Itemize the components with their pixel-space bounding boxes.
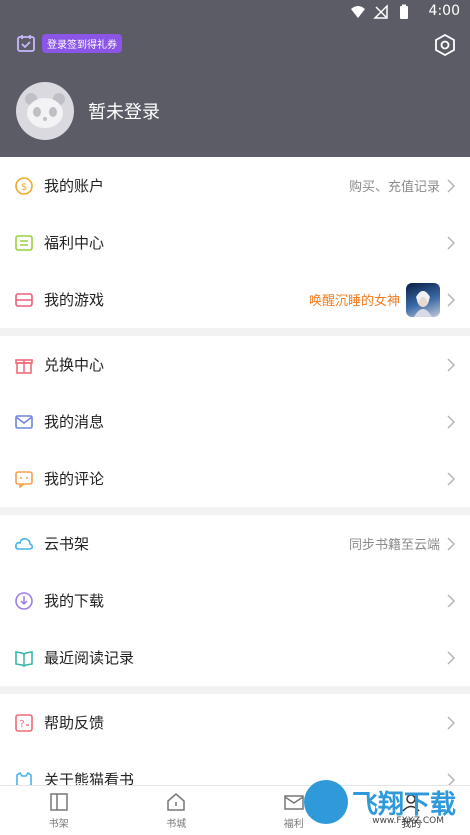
menu-section-1: $ 我的账户 购买、充值记录 福利中心 我的游戏 唤醒沉睡的女神: [0, 157, 470, 328]
tab-label: 福利: [283, 819, 304, 830]
svg-text:?: ?: [19, 719, 24, 730]
menu-item-welfare[interactable]: 福利中心: [0, 214, 470, 271]
watermark: 飞翔下载 www.FXXZ.COM: [304, 772, 464, 832]
bookshelf-icon: [50, 793, 68, 811]
download-icon: [15, 591, 33, 610]
menu-section-3: 云书架 同步书籍至云端 我的下载 最近阅读记录: [0, 515, 470, 686]
tab-bookstore[interactable]: 书城: [118, 786, 236, 835]
avatar[interactable]: [16, 82, 74, 140]
chevron-right-icon: [447, 235, 456, 250]
cloud-icon: [15, 537, 34, 550]
chevron-right-icon: [447, 292, 456, 307]
battery-icon: [400, 4, 408, 19]
help-icon: ?: [15, 713, 33, 732]
home-icon: [167, 793, 185, 811]
status-time: 4:00: [428, 3, 460, 19]
wifi-icon: [351, 6, 365, 18]
menu-item-label: 最近阅读记录: [44, 649, 135, 667]
panda-icon: [25, 93, 65, 128]
watermark-logo-icon: [304, 780, 348, 824]
chevron-right-icon: [447, 178, 456, 193]
menu-item-account[interactable]: $ 我的账户 购买、充值记录: [0, 157, 470, 214]
book-icon: [15, 650, 33, 667]
coin-icon: $: [15, 176, 33, 195]
comment-icon: [15, 470, 33, 488]
menu-item-label: 帮助反馈: [44, 714, 105, 732]
chevron-right-icon: [447, 650, 456, 665]
settings-icon[interactable]: [434, 34, 456, 56]
menu-item-reading-history[interactable]: 最近阅读记录: [0, 629, 470, 686]
login-prompt[interactable]: 暂未登录: [88, 98, 160, 124]
game-thumbnail: [406, 282, 440, 317]
menu-item-label: 福利中心: [44, 234, 105, 252]
calendar-icon: [17, 35, 35, 52]
chevron-right-icon: [447, 471, 456, 486]
menu-item-messages[interactable]: 我的消息: [0, 393, 470, 450]
menu-item-label: 我的账户: [44, 177, 105, 195]
menu-section-2: 兑换中心 我的消息 我的评论: [0, 336, 470, 507]
status-bar: 4:00: [0, 0, 470, 24]
no-signal-icon: [373, 4, 388, 19]
menu-item-label: 我的评论: [44, 470, 105, 488]
profile-header: 4:00 登录签到得礼券 暂未登录: [0, 0, 470, 157]
list-icon: [15, 234, 33, 251]
chevron-right-icon: [447, 536, 456, 551]
status-icons: [350, 4, 412, 20]
mail-icon: [15, 414, 33, 429]
game-icon: [15, 292, 33, 307]
menu-item-comments[interactable]: 我的评论: [0, 450, 470, 507]
menu-item-label: 我的下载: [44, 592, 105, 610]
menu-item-hint: 购买、充值记录: [348, 180, 440, 195]
checkin-entry[interactable]: 登录签到得礼券: [16, 33, 122, 53]
menu-item-hint: 同步书籍至云端: [348, 538, 440, 553]
watermark-url: www.FXXZ.COM: [372, 816, 444, 826]
menu-item-label: 我的游戏: [44, 291, 105, 309]
menu-item-help[interactable]: ? 帮助反馈: [0, 694, 470, 751]
tab-bookshelf[interactable]: 书架: [0, 786, 118, 835]
menu-item-label: 兑换中心: [44, 356, 105, 374]
tab-label: 书城: [166, 819, 187, 830]
menu-item-redeem[interactable]: 兑换中心: [0, 336, 470, 393]
gift-icon: [15, 358, 33, 374]
envelope-icon: [284, 795, 304, 810]
menu-item-games[interactable]: 我的游戏 唤醒沉睡的女神: [0, 271, 470, 328]
panda-face-icon: [16, 771, 32, 785]
chevron-right-icon: [447, 357, 456, 372]
chevron-right-icon: [447, 593, 456, 608]
checkin-badge: 登录签到得礼券: [42, 33, 122, 53]
tab-label: 书架: [48, 819, 69, 830]
menu-item-cloud-shelf[interactable]: 云书架 同步书籍至云端: [0, 515, 470, 572]
chevron-right-icon: [447, 715, 456, 730]
menu-item-label: 我的消息: [44, 413, 105, 431]
game-promo-text: 唤醒沉睡的女神: [308, 294, 400, 309]
svg-text:$: $: [21, 182, 27, 193]
chevron-right-icon: [447, 414, 456, 429]
watermark-text: 飞翔下载: [352, 789, 457, 820]
menu-item-downloads[interactable]: 我的下载: [0, 572, 470, 629]
menu-item-label: 云书架: [44, 535, 90, 553]
